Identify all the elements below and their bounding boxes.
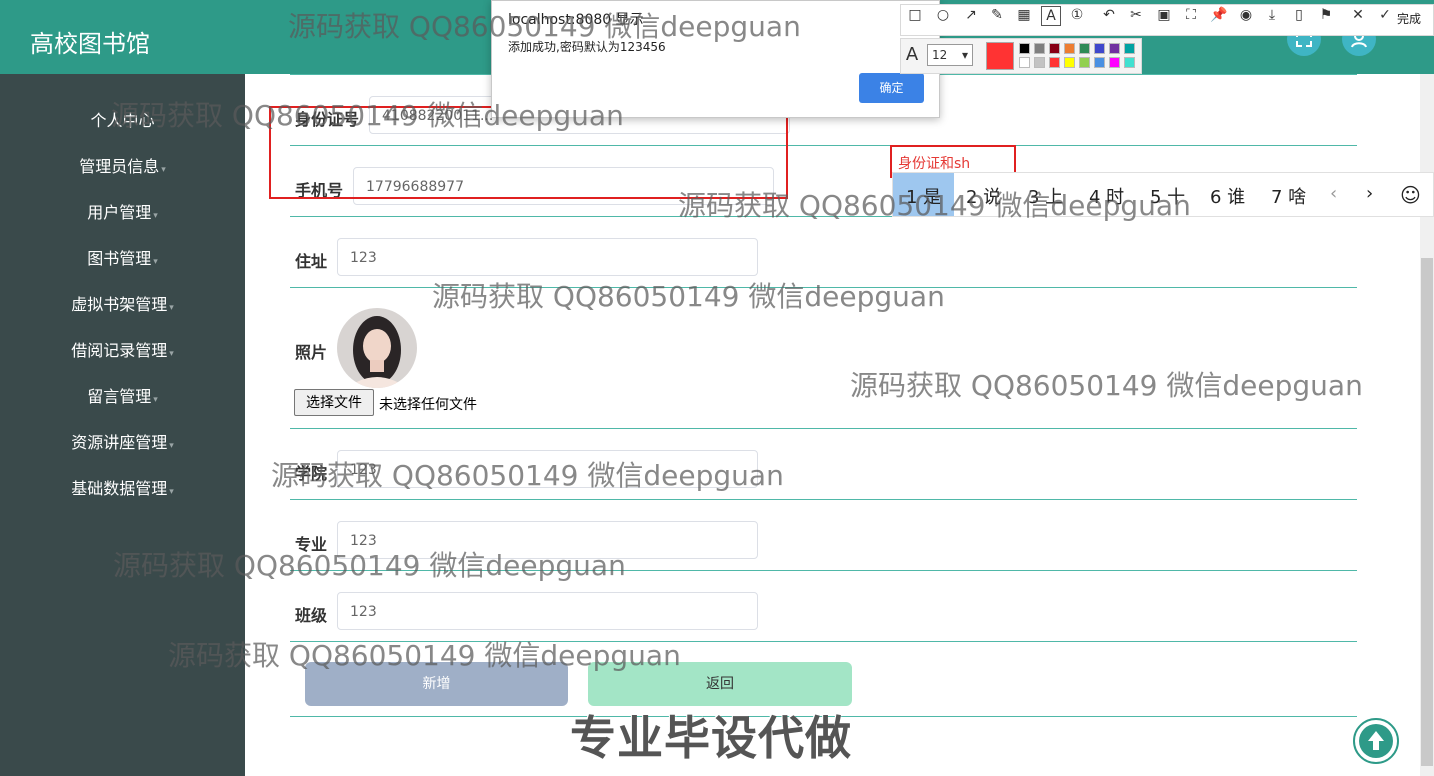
dialog-ok-button[interactable]: 确定 bbox=[859, 73, 924, 103]
caret-down-icon: ▾ bbox=[169, 487, 174, 497]
color-swatch[interactable] bbox=[1019, 57, 1030, 68]
color-swatch[interactable] bbox=[1124, 57, 1135, 68]
sidebar-item-messages[interactable]: 留言管理 ▾ bbox=[0, 383, 245, 407]
arrow-up-icon bbox=[1359, 724, 1393, 758]
caret-down-icon: ▾ bbox=[169, 303, 174, 313]
choose-file-button[interactable]: 选择文件 bbox=[294, 389, 374, 416]
watermark: 源码获取 QQ86050149 微信deepguan bbox=[111, 99, 624, 132]
color-swatch[interactable] bbox=[1094, 57, 1105, 68]
caret-down-icon: ▾ bbox=[153, 211, 158, 221]
record-icon[interactable]: ◉ bbox=[1237, 6, 1255, 24]
sidebar-item-admin-info[interactable]: 管理员信息 ▾ bbox=[0, 153, 245, 177]
watermark: 源码获取 QQ86050149 微信deepguan bbox=[288, 10, 801, 43]
class-label: 班级 bbox=[295, 606, 328, 625]
mosaic-tool-icon[interactable]: ▦ bbox=[1015, 6, 1033, 24]
arrow-tool-icon[interactable]: ↗ bbox=[962, 6, 980, 24]
caret-down-icon: ▾ bbox=[153, 395, 158, 405]
bookmark-icon[interactable]: ⚑ bbox=[1317, 6, 1335, 24]
color-swatch[interactable] bbox=[1109, 57, 1120, 68]
sidebar-item-borrow-records[interactable]: 借阅记录管理 ▾ bbox=[0, 337, 245, 361]
ime-candidate[interactable]: 6 谁 bbox=[1210, 183, 1245, 209]
ocr-icon[interactable]: ▣ bbox=[1155, 6, 1173, 24]
current-color-swatch[interactable] bbox=[986, 42, 1014, 70]
file-status: 未选择任何文件 bbox=[379, 397, 477, 413]
chevron-down-icon: ▾ bbox=[961, 48, 968, 62]
font-size-select[interactable]: 12 ▾ bbox=[927, 44, 973, 66]
watermark: 源码获取 QQ86050149 微信deepguan bbox=[113, 549, 626, 582]
close-icon[interactable]: ✕ bbox=[1349, 6, 1367, 24]
caret-down-icon: ▾ bbox=[169, 441, 174, 451]
phone-icon[interactable]: ▯ bbox=[1290, 6, 1308, 24]
color-swatch[interactable] bbox=[1064, 43, 1075, 54]
profile-photo bbox=[337, 308, 417, 388]
undo-icon[interactable]: ↶ bbox=[1100, 6, 1118, 24]
sidebar-item-virtual-shelf[interactable]: 虚拟书架管理 ▾ bbox=[0, 291, 245, 315]
photo-label: 照片 bbox=[295, 343, 328, 362]
caret-down-icon: ▾ bbox=[161, 165, 166, 175]
form-divider bbox=[290, 499, 1357, 500]
watermark: 源码获取 QQ86050149 微信deepguan bbox=[850, 369, 1363, 402]
font-size-icon: A bbox=[905, 44, 919, 65]
color-swatch[interactable] bbox=[1079, 57, 1090, 68]
color-swatch[interactable] bbox=[1109, 43, 1120, 54]
number-tool-icon[interactable]: ① bbox=[1068, 6, 1086, 24]
address-field[interactable]: 123 bbox=[337, 238, 758, 276]
pen-tool-icon[interactable]: ✎ bbox=[988, 6, 1006, 24]
color-swatch[interactable] bbox=[1019, 43, 1030, 54]
address-label: 住址 bbox=[295, 252, 328, 271]
watermark: 源码获取 QQ86050149 微信deepguan bbox=[432, 280, 945, 313]
sidebar-item-lectures[interactable]: 资源讲座管理 ▾ bbox=[0, 429, 245, 453]
download-icon[interactable]: ⤓ bbox=[1263, 6, 1281, 24]
crop-icon[interactable]: ⛶ bbox=[1182, 6, 1200, 24]
color-swatch[interactable] bbox=[1034, 43, 1045, 54]
ellipse-tool-icon[interactable]: ○ bbox=[934, 6, 952, 24]
app-title: 高校图书馆 bbox=[30, 30, 150, 58]
color-swatch[interactable] bbox=[1079, 43, 1090, 54]
watermark-large: 专业毕设代做 bbox=[570, 711, 852, 765]
class-field[interactable]: 123 bbox=[337, 592, 758, 630]
caret-down-icon: ▾ bbox=[153, 257, 158, 267]
check-icon[interactable]: ✓ bbox=[1376, 6, 1394, 24]
watermark: 源码获取 QQ86050149 微信deepguan bbox=[168, 639, 681, 672]
color-swatch[interactable] bbox=[1034, 57, 1045, 68]
color-swatch[interactable] bbox=[1064, 57, 1075, 68]
sidebar-item-basic-data[interactable]: 基础数据管理 ▾ bbox=[0, 475, 245, 499]
avatar[interactable] bbox=[337, 308, 417, 388]
watermark: 源码获取 QQ86050149 微信deepguan bbox=[271, 459, 784, 492]
done-button[interactable]: 完成 bbox=[1397, 10, 1421, 27]
sidebar-item-user-management[interactable]: 用户管理 ▾ bbox=[0, 199, 245, 223]
form-divider bbox=[290, 428, 1357, 429]
watermark: 源码获取 QQ86050149 微信deepguan bbox=[678, 189, 1191, 222]
text-tool-icon[interactable]: A bbox=[1041, 6, 1061, 26]
ime-next-page-icon[interactable]: › bbox=[1366, 183, 1373, 204]
sidebar-item-book-management[interactable]: 图书管理 ▾ bbox=[0, 245, 245, 269]
color-swatch[interactable] bbox=[1124, 43, 1135, 54]
back-to-top-button[interactable] bbox=[1353, 718, 1399, 764]
color-swatch[interactable] bbox=[1049, 43, 1060, 54]
caret-down-icon: ▾ bbox=[169, 349, 174, 359]
ime-emoji-icon[interactable]: ☺ bbox=[1400, 183, 1421, 207]
ime-candidate[interactable]: 7 啥 bbox=[1271, 183, 1306, 209]
ime-prev-page-icon[interactable]: ‹ bbox=[1330, 183, 1337, 204]
rectangle-tool-icon[interactable]: □ bbox=[906, 6, 924, 24]
scrollbar-thumb[interactable] bbox=[1421, 258, 1433, 766]
pin-icon[interactable]: 📌 bbox=[1210, 6, 1228, 24]
color-swatch[interactable] bbox=[1049, 57, 1060, 68]
color-swatch[interactable] bbox=[1094, 43, 1105, 54]
cut-icon[interactable]: ✂ bbox=[1127, 6, 1145, 24]
